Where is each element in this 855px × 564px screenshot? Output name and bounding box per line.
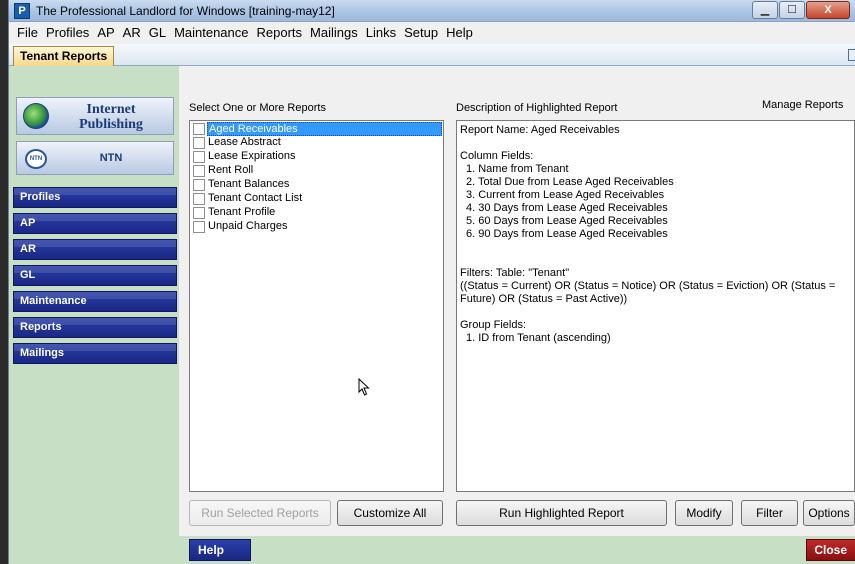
select-reports-label: Select One or More Reports xyxy=(189,102,326,114)
list-item[interactable]: Tenant Balances xyxy=(191,178,442,192)
group-fields-header: Group Fields: xyxy=(460,319,527,331)
panel-toggle-icon[interactable] xyxy=(848,49,855,61)
list-item[interactable]: Tenant Contact List xyxy=(191,192,442,206)
internet-publishing-line1: Internet xyxy=(86,102,136,117)
minimize-button[interactable]: ▁ xyxy=(752,1,778,19)
menu-profiles[interactable]: Profiles xyxy=(42,25,93,40)
sidebar-item-ar[interactable]: AR xyxy=(13,239,177,260)
modify-button[interactable]: Modify xyxy=(675,500,733,526)
menu-mailings[interactable]: Mailings xyxy=(306,25,362,40)
menu-file[interactable]: File xyxy=(13,25,42,40)
report-checkbox[interactable] xyxy=(193,165,205,177)
report-label: Lease Abstract xyxy=(208,136,281,148)
report-label: Aged Receivables xyxy=(207,122,442,136)
sidebar: Internet Publishing NTN NTN Profiles AP … xyxy=(9,66,179,564)
mouse-pointer-icon xyxy=(358,378,370,396)
list-item[interactable]: Tenant Profile xyxy=(191,206,442,220)
report-checkbox[interactable] xyxy=(193,207,205,219)
filters-header: Filters: Table: "Tenant" xyxy=(460,267,570,279)
internet-publishing-button[interactable]: Internet Publishing xyxy=(16,97,174,135)
app-window: P The Professional Landlord for Windows … xyxy=(8,0,855,564)
sidebar-item-gl[interactable]: GL xyxy=(13,265,177,286)
tab-strip: Tenant Reports xyxy=(9,44,855,66)
menu-links[interactable]: Links xyxy=(362,25,400,40)
menu-setup[interactable]: Setup xyxy=(400,25,442,40)
list-item[interactable]: Aged Receivables xyxy=(191,122,442,136)
globe-icon xyxy=(23,103,49,129)
bottom-bar: Help Close xyxy=(179,536,855,564)
filter-button[interactable]: Filter xyxy=(741,500,798,526)
menu-ar[interactable]: AR xyxy=(119,25,145,40)
menu-reports[interactable]: Reports xyxy=(253,25,307,40)
report-label: Tenant Profile xyxy=(208,206,276,218)
report-checkbox[interactable] xyxy=(193,193,205,205)
report-checkbox[interactable] xyxy=(193,179,205,191)
column-field: 6. 90 Days from Lease Aged Receivables xyxy=(466,228,668,240)
run-selected-reports-button[interactable]: Run Selected Reports xyxy=(189,500,331,526)
ntn-logo-icon: NTN xyxy=(25,149,47,169)
sidebar-item-mailings[interactable]: Mailings xyxy=(13,343,177,364)
report-label: Lease Expirations xyxy=(208,150,296,162)
sidebar-item-reports[interactable]: Reports xyxy=(13,317,177,338)
report-list[interactable]: Aged Receivables Lease Abstract Lease Ex… xyxy=(189,120,444,492)
report-label: Rent Roll xyxy=(208,164,254,176)
report-checkbox[interactable] xyxy=(193,221,205,233)
column-fields-header: Column Fields: xyxy=(460,150,534,162)
manage-reports-link[interactable]: Manage Reports xyxy=(762,99,843,111)
report-label: Tenant Balances xyxy=(208,178,290,190)
description-header: Description of Highlighted Report xyxy=(456,102,618,114)
list-item[interactable]: Lease Abstract xyxy=(191,136,442,150)
column-field: 5. 60 Days from Lease Aged Receivables xyxy=(466,215,668,227)
column-field: 3. Current from Lease Aged Receivables xyxy=(466,189,665,201)
report-checkbox[interactable] xyxy=(193,123,205,135)
report-checkbox[interactable] xyxy=(193,151,205,163)
report-description: Report Name: Aged Receivables Column Fie… xyxy=(456,120,855,492)
list-item[interactable]: Rent Roll xyxy=(191,164,442,178)
menu-ap[interactable]: AP xyxy=(93,25,118,40)
tab-tenant-reports[interactable]: Tenant Reports xyxy=(13,46,115,66)
sidebar-item-ap[interactable]: AP xyxy=(13,213,177,234)
title-bar: P The Professional Landlord for Windows … xyxy=(9,0,855,22)
report-label: Tenant Contact List xyxy=(208,192,303,204)
report-label: Unpaid Charges xyxy=(208,220,288,232)
close-button[interactable]: Close xyxy=(806,539,855,561)
sidebar-item-profiles[interactable]: Profiles xyxy=(13,187,177,208)
filters-text: ((Status = Current) OR (Status = Notice)… xyxy=(460,280,836,305)
list-item[interactable]: Unpaid Charges xyxy=(191,220,442,234)
window-close-button[interactable]: X xyxy=(806,1,850,19)
main-panel: Select One or More Reports Description o… xyxy=(179,66,855,536)
options-button[interactable]: Options xyxy=(803,500,855,526)
ntn-button[interactable]: NTN NTN xyxy=(16,141,174,175)
column-field: 1. Name from Tenant xyxy=(466,163,569,175)
sidebar-item-maintenance[interactable]: Maintenance xyxy=(13,291,177,312)
window-title: The Professional Landlord for Windows [t… xyxy=(36,4,335,18)
ntn-label: NTN xyxy=(99,152,123,164)
customize-all-button[interactable]: Customize All xyxy=(337,500,443,526)
help-button[interactable]: Help xyxy=(189,539,251,561)
internet-publishing-line2: Publishing xyxy=(79,117,143,132)
app-icon: P xyxy=(14,3,30,19)
list-item[interactable]: Lease Expirations xyxy=(191,150,442,164)
report-name: Report Name: Aged Receivables xyxy=(460,124,620,136)
menu-help[interactable]: Help xyxy=(442,25,477,40)
column-field: 2. Total Due from Lease Aged Receivables xyxy=(466,176,674,188)
column-field: 4. 30 Days from Lease Aged Receivables xyxy=(466,202,668,214)
internet-publishing-label: Internet Publishing xyxy=(53,102,169,132)
maximize-button[interactable]: ☐ xyxy=(779,1,805,19)
menu-gl[interactable]: GL xyxy=(145,25,170,40)
menu-bar: File Profiles AP AR GL Maintenance Repor… xyxy=(9,22,855,42)
group-field: 1. ID from Tenant (ascending) xyxy=(466,332,611,344)
report-checkbox[interactable] xyxy=(193,137,205,149)
run-highlighted-report-button[interactable]: Run Highlighted Report xyxy=(456,500,667,526)
menu-maintenance[interactable]: Maintenance xyxy=(170,25,252,40)
